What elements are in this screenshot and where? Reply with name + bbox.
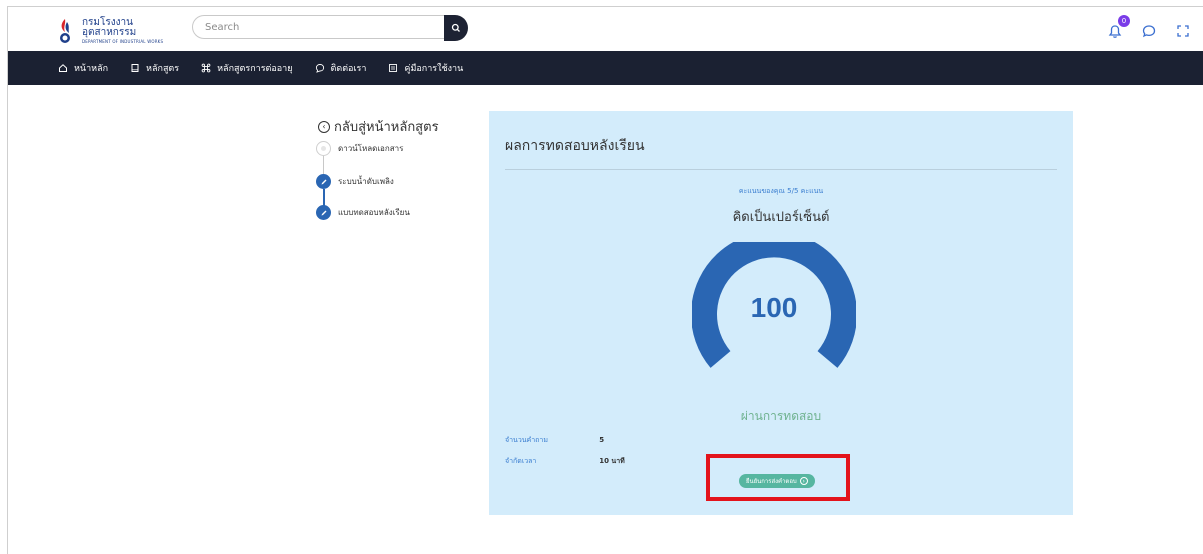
search-icon (451, 23, 460, 32)
nav-label-home: หน้าหลัก (74, 64, 109, 74)
question-count-label: จำนวนคำถาม (505, 436, 548, 444)
back-to-course-link[interactable]: ‹ กลับสู่หน้าหลักสูตร (318, 116, 439, 137)
step-item[interactable]: ดาวน์โหลดเอกสาร (316, 141, 403, 156)
time-limit-label: จำกัดเวลา (505, 457, 537, 465)
nav-item-courses[interactable]: หลักสูตร (129, 51, 179, 85)
score-gauge: 100 (691, 231, 857, 382)
nav-item-renewal-courses[interactable]: หลักสูตรการต่ออายุ (200, 51, 293, 85)
notification-button[interactable]: 0 (1105, 15, 1130, 41)
search-bar (192, 15, 468, 41)
step-item[interactable]: แบบทดสอบหลังเรียน (316, 205, 410, 220)
step-done-pencil-icon (316, 174, 331, 189)
search-button[interactable] (444, 15, 468, 41)
step-pending-icon (316, 141, 331, 156)
chat-button[interactable] (1139, 21, 1159, 41)
chat-icon (314, 62, 326, 74)
command-icon (200, 62, 212, 74)
nav-label-renewal-courses: หลักสูตรการต่ออายุ (217, 64, 293, 74)
site-logo[interactable]: กรมโรงงานอุตสาหกรรม DEPARTMENT OF INDUST… (54, 15, 184, 47)
step-label: แบบทดสอบหลังเรียน (338, 208, 410, 217)
time-limit-value: 10 นาที (599, 457, 625, 465)
question-count-value: 5 (599, 436, 605, 444)
notification-badge: 0 (1118, 15, 1130, 27)
back-label: กลับสู่หน้าหลักสูตร (334, 120, 439, 135)
home-icon (57, 62, 69, 74)
book-icon (129, 62, 141, 74)
nav-item-manual[interactable]: คู่มือการใช้งาน (387, 51, 463, 85)
nav-label-manual: คู่มือการใช้งาน (404, 64, 464, 74)
main-nav: หน้าหลัก หลักสูตร หลักสูตรการต่ออายุ ติด… (8, 51, 1203, 85)
manual-icon (387, 62, 399, 74)
pass-status: ผ่านการทดสอบ (740, 409, 822, 423)
logo-english-text: DEPARTMENT OF INDUSTRIAL WORKS (82, 39, 164, 44)
nav-item-home[interactable]: หน้าหลัก (57, 51, 108, 85)
step-label: ดาวน์โหลดเอกสาร (338, 144, 404, 153)
chevron-left-icon: ‹ (318, 120, 330, 133)
percent-label: คิดเป็นเปอร์เซ็นต์ (732, 210, 830, 225)
logo-thai-text: กรมโรงงานอุตสาหกรรม (82, 17, 137, 38)
time-limit-row: จำกัดเวลา 10 นาที (505, 456, 625, 467)
step-item[interactable]: ระบบน้ำดับเพลิง (316, 174, 394, 189)
chat-bubble-icon (1142, 25, 1156, 38)
step-connector (323, 156, 324, 176)
fullscreen-icon (1177, 25, 1189, 37)
question-count-row: จำนวนคำถาม 5 (505, 435, 604, 446)
top-header: กรมโรงงานอุตสาหกรรม DEPARTMENT OF INDUST… (8, 7, 1203, 51)
fullscreen-button[interactable] (1173, 21, 1193, 41)
logo-emblem-icon (54, 17, 76, 45)
step-label: ระบบน้ำดับเพลิง (338, 177, 394, 186)
highlight-box (706, 454, 850, 501)
score-summary: คะแนนของคุณ 5/5 คะแนน (738, 187, 824, 195)
nav-label-contact: ติดต่อเรา (330, 64, 367, 74)
header-actions: 0 (1105, 15, 1193, 41)
search-input[interactable] (192, 15, 446, 39)
result-title: ผลการทดสอบหลังเรียน (505, 138, 645, 154)
divider (505, 169, 1057, 170)
nav-item-contact[interactable]: ติดต่อเรา (314, 51, 367, 85)
step-done-pencil-icon (316, 205, 331, 220)
gauge-value: 100 (750, 292, 798, 323)
nav-label-courses: หลักสูตร (146, 64, 180, 74)
